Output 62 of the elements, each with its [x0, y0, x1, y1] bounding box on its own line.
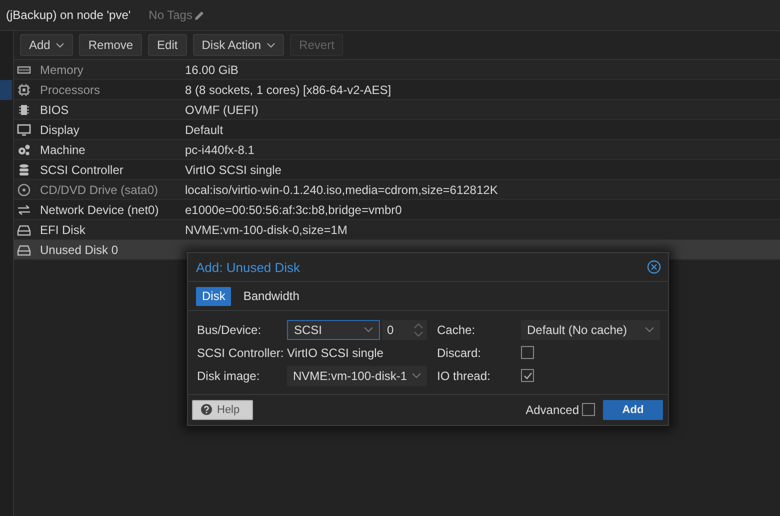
advanced-label: Advanced — [526, 402, 579, 416]
toolbar-button[interactable]: Edit — [148, 34, 187, 56]
pencil-icon[interactable] — [194, 10, 206, 20]
tags-label: No Tags — [148, 8, 192, 22]
chip-icon — [17, 102, 31, 116]
chevron-icon — [412, 372, 421, 378]
chevron-icon — [645, 326, 654, 332]
row-value: VirtIO SCSI single — [185, 162, 282, 176]
gears-icon — [17, 142, 31, 156]
dialog-tab[interactable]: Bandwidth — [237, 286, 306, 306]
chip-icon — [17, 82, 31, 96]
toolbar-button[interactable]: Remove — [79, 34, 142, 56]
dialog-title: Add: Unused Disk — [196, 260, 300, 274]
page-title: (jBackup) on node 'pve' — [6, 8, 131, 22]
row-label: BIOS — [40, 102, 70, 116]
select-field[interactable]: NVME:vm-100-disk-1 — [287, 366, 427, 386]
field-label: Cache: — [437, 322, 476, 336]
toolbar-button[interactable]: Disk Action — [192, 34, 284, 56]
row-value: Default — [185, 122, 224, 136]
row-label: Memory — [40, 62, 84, 76]
row-label: Display — [40, 122, 80, 136]
drive-icon — [17, 242, 31, 256]
field-value: VirtIO SCSI single — [287, 346, 384, 360]
row-value: 8 (8 sockets, 1 cores) [x86-64-v2-AES] — [185, 82, 392, 96]
drive-icon — [17, 222, 31, 236]
disc-icon — [17, 182, 31, 196]
chevron-icon — [364, 326, 373, 332]
spinner-icon — [414, 322, 423, 338]
field-label: Discard: — [437, 346, 482, 360]
row-label: Machine — [40, 142, 86, 156]
database-icon — [17, 162, 31, 176]
row-value: pc-i440fx-8.1 — [185, 142, 254, 156]
row-value: NVME:vm-100-disk-0,size=1M — [185, 222, 348, 236]
row-value: e1000e=00:50:56:af:3c:b8,bridge=vmbr0 — [185, 202, 402, 216]
row-value: 16.00 GiB — [185, 62, 238, 76]
row-value: local:iso/virtio-win-0.1.240.iso,media=cdrom,size=612812K — [185, 182, 498, 196]
row-value: OVMF (UEFI) — [185, 102, 258, 116]
field-label: Disk image: — [197, 368, 261, 382]
bus-select[interactable]: SCSI — [287, 320, 380, 340]
field-label: Bus/Device: — [197, 322, 262, 336]
device-number-field[interactable]: 0 — [382, 320, 427, 340]
row-label: Unused Disk 0 — [40, 242, 120, 256]
checkbox[interactable] — [521, 369, 534, 382]
toolbar-button[interactable]: Add — [20, 34, 74, 56]
arrows-icon — [17, 202, 31, 216]
add-button[interactable]: Add — [603, 400, 663, 420]
monitor-icon — [17, 122, 31, 136]
row-label: Processors — [40, 82, 102, 96]
help-button[interactable]: Help — [192, 400, 253, 420]
select-field[interactable]: Default (No cache) — [521, 320, 660, 340]
help-icon — [201, 404, 212, 415]
row-label: Network Device (net0) — [40, 202, 160, 216]
dialog-tab[interactable]: Disk — [196, 286, 232, 306]
field-label: IO thread: — [437, 368, 492, 382]
close-icon[interactable] — [647, 260, 661, 274]
row-label: CD/DVD Drive (sata0) — [40, 182, 160, 196]
tree-selection — [0, 80, 12, 100]
checkbox[interactable] — [521, 346, 534, 359]
row-label: EFI Disk — [40, 222, 86, 236]
checkbox[interactable] — [582, 403, 595, 416]
field-label: SCSI Controller: — [197, 346, 285, 360]
row-label: SCSI Controller — [40, 162, 124, 176]
